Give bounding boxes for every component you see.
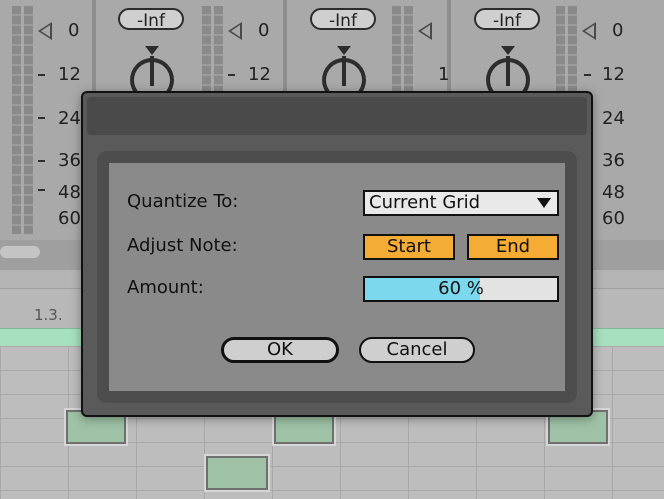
pan-indicator [501,46,515,55]
volume-display[interactable]: -Inf [474,8,540,31]
cancel-button[interactable]: Cancel [359,337,475,363]
quantize-to-label: Quantize To: [127,191,239,212]
adjust-note-start-toggle[interactable]: Start [363,234,455,260]
level-meter [12,6,40,234]
volume-slider-handle[interactable] [418,22,432,40]
volume-slider-handle[interactable] [582,22,596,40]
meter-scale-label: 24 [58,108,81,129]
meter-scale-label: 60 [58,208,81,229]
dialog-body: Quantize To: Current Grid Adjust Note: S… [97,151,577,403]
adjust-note-label: Adjust Note: [127,235,238,256]
scrollbar-thumb[interactable] [0,246,40,258]
ok-button[interactable]: OK [221,337,339,363]
meter-scale-label: 36 [58,150,81,171]
meter-scale-label: 36 [602,150,625,171]
amount-slider[interactable]: 60 % [363,276,559,302]
pan-indicator [145,46,159,55]
meter-scale-label: 0 [612,20,624,41]
ruler-position-label: 1.3. [34,306,63,324]
dialog-titlebar[interactable] [87,97,587,135]
amount-label: Amount: [127,277,204,298]
volume-display[interactable]: -Inf [118,8,184,31]
pan-knob-pointer [506,56,510,86]
pan-indicator [337,46,351,55]
meter-scale-label: 0 [258,20,270,41]
meter-scale-label: 60 [602,208,625,229]
meter-scale-label: 24 [602,108,625,129]
adjust-note-end-toggle[interactable]: End [467,234,559,260]
pan-knob-pointer [342,56,346,86]
meter-scale-label: 12 [602,64,625,85]
meter-scale-label: 1 [438,64,450,85]
quantize-dialog: Quantize To: Current Grid Adjust Note: S… [81,91,593,417]
volume-slider-handle[interactable] [228,22,242,40]
amount-value: 60 % [438,278,484,299]
meter-scale-label: 48 [58,182,81,203]
meter-scale-label: 0 [68,20,80,41]
quantize-to-dropdown[interactable]: Current Grid [363,190,559,216]
quantize-to-value: Current Grid [369,192,481,213]
meter-scale-label: 12 [248,64,271,85]
volume-display[interactable]: -Inf [310,8,376,31]
meter-scale-label: 48 [602,182,625,203]
midi-note[interactable] [204,454,270,492]
meter-scale-label: 12 [58,64,81,85]
pan-knob-pointer [150,56,154,86]
dropdown-arrow-icon [537,198,551,208]
volume-slider-handle[interactable] [38,22,52,40]
